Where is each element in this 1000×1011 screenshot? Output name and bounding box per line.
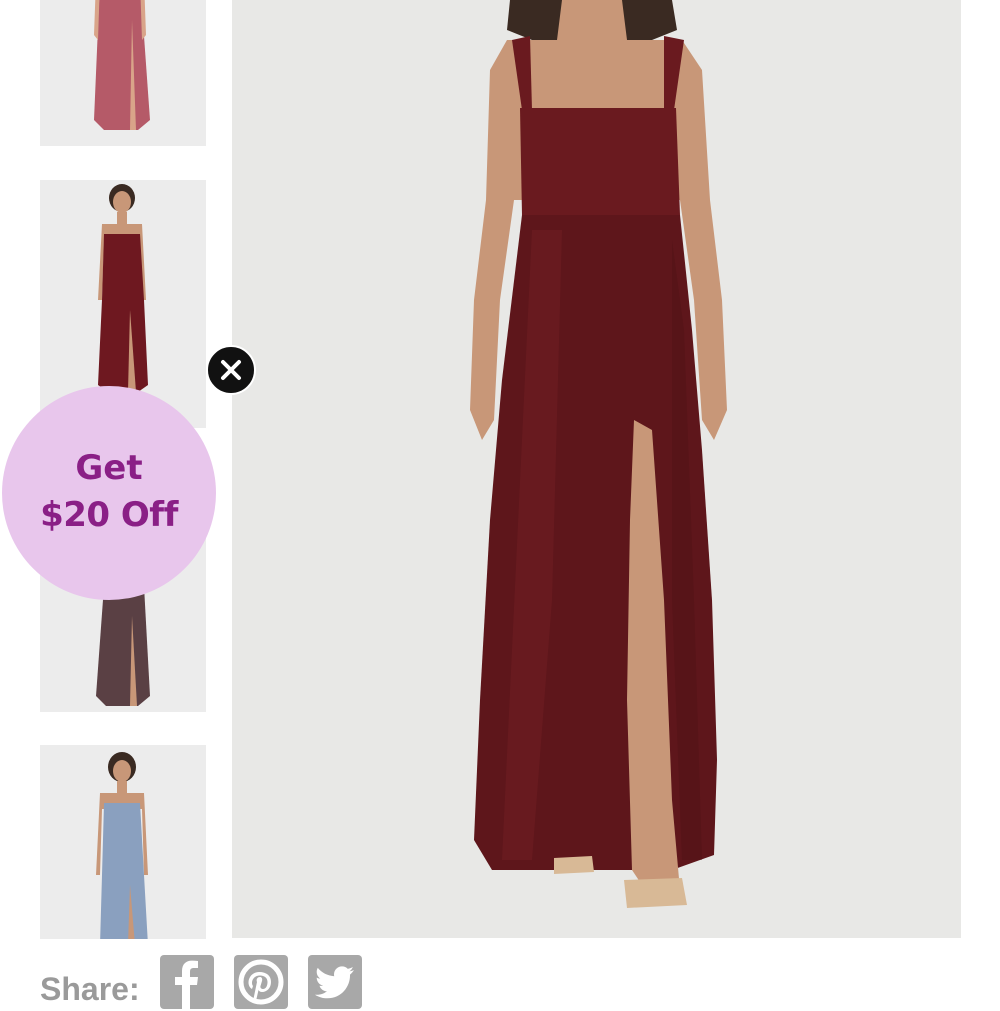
pinterest-icon[interactable] xyxy=(233,955,288,1009)
thumbnail-rose-dress[interactable] xyxy=(40,0,206,146)
facebook-icon[interactable] xyxy=(159,955,214,1009)
discount-promo-button[interactable]: Get $20 Off xyxy=(2,386,216,600)
thumbnail-blue-dress[interactable] xyxy=(40,745,206,939)
share-bar: Share: xyxy=(40,955,440,1009)
dress-photo xyxy=(94,0,150,130)
model-wearing-velvet-dress xyxy=(470,0,727,908)
promo-line-2: $20 Off xyxy=(40,495,178,535)
main-product-image[interactable] xyxy=(232,0,961,938)
promo-line-1: Get xyxy=(75,448,143,488)
close-button[interactable] xyxy=(206,345,256,395)
twitter-icon[interactable] xyxy=(307,955,362,1009)
close-icon xyxy=(221,360,241,380)
dress-photo xyxy=(96,752,148,939)
share-label: Share: xyxy=(40,971,140,1007)
